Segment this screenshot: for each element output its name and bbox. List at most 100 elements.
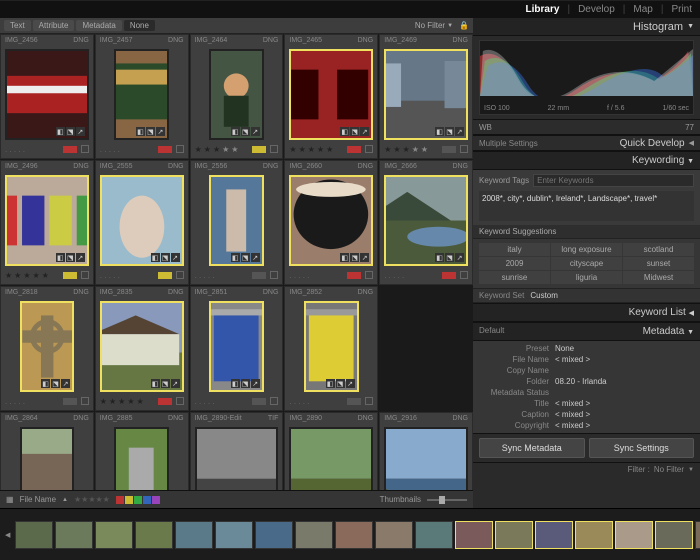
keyword-input[interactable] (533, 174, 694, 187)
filmstrip-thumb[interactable] (295, 521, 333, 549)
filter-metadata[interactable]: Metadata (76, 20, 121, 31)
sort-label[interactable]: File Name (20, 495, 56, 504)
metadata-header[interactable]: DefaultMetadata ▼ (473, 322, 700, 341)
thumbnail[interactable]: ◧⬔↗ (100, 175, 184, 266)
metadata-value[interactable]: < mixed > (555, 421, 694, 430)
color-label[interactable] (63, 272, 77, 279)
color-label[interactable] (63, 146, 77, 153)
keyword-list-box[interactable]: 2008*, city*, dublin*, Ireland*, Landsca… (479, 191, 694, 221)
filmstrip-thumb[interactable] (655, 521, 693, 549)
histogram-header[interactable]: Histogram▼ (473, 18, 700, 36)
keyword-suggestion[interactable]: 2009 (479, 257, 550, 270)
filmstrip-thumb[interactable] (415, 521, 453, 549)
flag-icon[interactable] (81, 271, 89, 279)
grid-cell[interactable]: IMG_2852DNG ◧⬔↗ . . . . . (284, 286, 378, 411)
grid-cell[interactable]: IMG_2660DNG ◧⬔↗ . . . . . (284, 160, 378, 285)
grid-cell[interactable]: IMG_2457DNG ◧⬔↗ . . . . . (95, 34, 189, 159)
keyword-suggestion[interactable]: Midwest (623, 271, 694, 284)
filmstrip[interactable]: ◀ (0, 508, 700, 560)
keyword-suggestions-header[interactable]: Keyword Suggestions (473, 225, 700, 239)
color-label[interactable] (442, 146, 456, 153)
grid-cell[interactable]: IMG_2465DNG ◧⬔↗ ★★★★★ (284, 34, 378, 159)
flag-icon[interactable] (365, 145, 373, 153)
module-print[interactable]: Print (671, 4, 692, 15)
thumbnail[interactable]: ◧⬔↗ (5, 175, 89, 266)
filmstrip-thumb[interactable] (615, 521, 653, 549)
grid-cell[interactable]: IMG_2555DNG ◧⬔↗ . . . . . (95, 160, 189, 285)
grid-cell[interactable]: IMG_2890-EditTIF ◧⬔↗ . . . . . (190, 412, 284, 490)
filmstrip-thumb[interactable] (375, 521, 413, 549)
grid-cell[interactable]: IMG_2835DNG ◧⬔↗ ★★★★★ (95, 286, 189, 411)
thumbnail[interactable]: ◧⬔↗ (304, 301, 358, 392)
sort-direction-icon[interactable]: ▲ (62, 497, 68, 503)
color-label[interactable] (252, 146, 266, 153)
grid-cell[interactable]: IMG_2818DNG ◧⬔↗ . . . . . (0, 286, 94, 411)
filter-text[interactable]: Text (4, 20, 31, 31)
grid-cell[interactable]: IMG_2469DNG ◧⬔↗ ★★★★★ (379, 34, 473, 159)
keyword-set-row[interactable]: Keyword SetCustom (473, 288, 700, 303)
module-map[interactable]: Map (633, 4, 652, 15)
flag-icon[interactable] (365, 271, 373, 279)
flag-icon[interactable] (176, 145, 184, 153)
keyword-suggestion[interactable]: sunset (623, 257, 694, 270)
grid-cell[interactable]: IMG_2666DNG ◧⬔↗ . . . . . (379, 160, 473, 285)
filmstrip-thumb[interactable] (535, 521, 573, 549)
filmstrip-filter[interactable]: Filter :No Filter▼ (473, 462, 700, 476)
flag-icon[interactable] (460, 145, 468, 153)
thumbnail[interactable]: ◧⬔↗ (209, 49, 263, 140)
preset-dropdown[interactable]: None (555, 344, 694, 353)
flag-icon[interactable] (270, 145, 278, 153)
flag-icon[interactable] (270, 271, 278, 279)
filter-attribute[interactable]: Attribute (33, 20, 75, 31)
metadata-value[interactable]: 08.20 - Irlanda (555, 377, 694, 386)
keyword-suggestion[interactable]: long exposure (551, 243, 622, 256)
color-label[interactable] (347, 146, 361, 153)
filmstrip-thumb[interactable] (175, 521, 213, 549)
filmstrip-thumb[interactable] (575, 521, 613, 549)
color-label[interactable] (158, 272, 172, 279)
keyword-suggestion[interactable]: liguria (551, 271, 622, 284)
quick-develop-header[interactable]: Multiple SettingsQuick Develop◀ (473, 135, 700, 151)
filmstrip-thumb[interactable] (95, 521, 133, 549)
grid-cell[interactable]: IMG_2916DNG ◧⬔↗ . . . . . (379, 412, 473, 490)
color-label[interactable] (252, 272, 266, 279)
color-label[interactable] (63, 398, 77, 405)
color-label[interactable] (442, 272, 456, 279)
keyword-suggestion[interactable]: scotland (623, 243, 694, 256)
thumbnail[interactable]: ◧⬔↗ (384, 175, 468, 266)
sync-metadata-button[interactable]: Sync Metadata (479, 438, 585, 458)
metadata-value[interactable]: < mixed > (555, 399, 694, 408)
filmstrip-thumb[interactable] (15, 521, 53, 549)
grid-cell[interactable]: IMG_2556DNG ◧⬔↗ . . . . . (190, 160, 284, 285)
thumbnail[interactable]: ◧⬔↗ (100, 301, 184, 392)
grid-cell[interactable]: IMG_2464DNG ◧⬔↗ ★★★★★ (190, 34, 284, 159)
color-label[interactable] (252, 398, 266, 405)
flag-icon[interactable] (81, 397, 89, 405)
filmstrip-thumb[interactable] (335, 521, 373, 549)
keyword-list-header[interactable]: Keyword List ◀ (473, 303, 700, 322)
filmstrip-thumb[interactable] (495, 521, 533, 549)
filmstrip-thumb[interactable] (455, 521, 493, 549)
filmstrip-nav-icon[interactable]: ◀ (2, 531, 13, 539)
flag-icon[interactable] (365, 397, 373, 405)
filmstrip-thumb[interactable] (135, 521, 173, 549)
thumbnail[interactable]: ◧⬔↗ (209, 175, 263, 266)
grid-cell[interactable]: IMG_2885DNG ◧⬔↗ . . . . . (95, 412, 189, 490)
histogram[interactable]: ISO 100 22 mm f / 5.6 1/60 sec (479, 40, 694, 115)
metadata-value[interactable]: < mixed > (555, 410, 694, 419)
thumb-size-slider[interactable] (427, 499, 467, 501)
lock-icon[interactable]: 🔒 (459, 21, 469, 30)
filter-none[interactable]: None (124, 20, 155, 31)
keyword-suggestion[interactable]: cityscape (551, 257, 622, 270)
thumbnail[interactable]: ◧⬔↗ (384, 49, 468, 140)
flag-icon[interactable] (460, 271, 468, 279)
color-label[interactable] (158, 398, 172, 405)
keyword-suggestion[interactable]: sunrise (479, 271, 550, 284)
filmstrip-thumb[interactable] (215, 521, 253, 549)
module-develop[interactable]: Develop (578, 4, 615, 15)
thumbnail[interactable]: ◧⬔↗ (195, 427, 279, 490)
module-library[interactable]: Library (526, 4, 560, 15)
grid-cell[interactable]: IMG_2496DNG ◧⬔↗ ★★★★★ (0, 160, 94, 285)
thumbnail[interactable]: ◧⬔↗ (114, 427, 168, 490)
flag-icon[interactable] (81, 145, 89, 153)
